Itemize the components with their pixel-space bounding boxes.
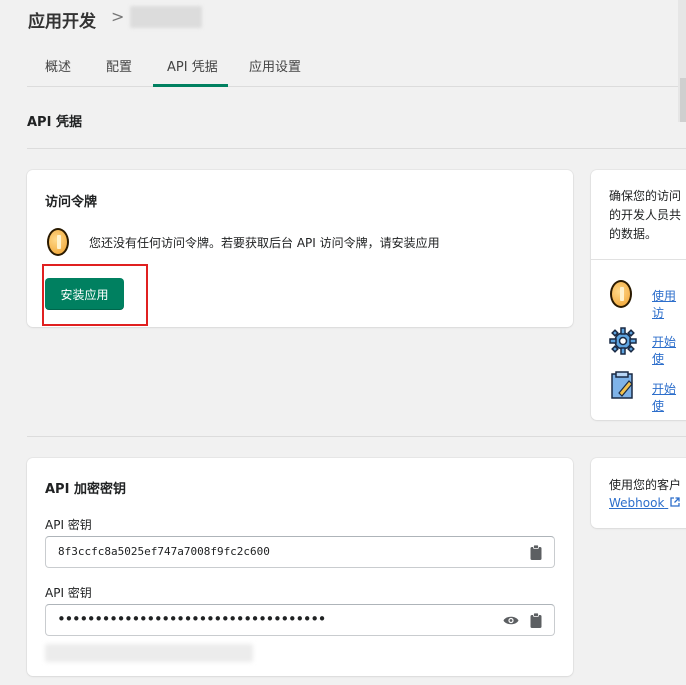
tab-app-settings[interactable]: 应用设置 <box>249 56 301 75</box>
app-name-redacted <box>130 6 202 28</box>
eye-icon[interactable] <box>503 615 519 626</box>
no-token-message: 您还没有任何访问令牌。若要获取后台 API 访问令牌，请安装应用 <box>89 236 440 250</box>
side-info-line-2: 的开发人员共 <box>609 208 682 222</box>
scrollbar-thumb[interactable] <box>680 78 686 122</box>
coin-icon <box>47 228 69 256</box>
side-webhook-text: 使用您的客户 <box>609 478 682 492</box>
side-card-divider <box>591 259 686 260</box>
gear-icon <box>609 327 637 355</box>
side-info-line-3: 的数据。 <box>609 227 658 241</box>
webhook-link-label[interactable]: Webhook <box>609 496 664 510</box>
coin-icon <box>610 280 632 308</box>
external-link-icon <box>670 497 680 507</box>
breadcrumb-chevron-icon: > <box>111 7 125 26</box>
webhook-link[interactable]: Webhook <box>609 496 680 510</box>
copy-clipboard-icon[interactable] <box>530 545 542 560</box>
side-info-line-1: 确保您的访问 <box>609 189 682 203</box>
document-icon <box>611 371 633 399</box>
tab-overview[interactable]: 概述 <box>45 56 71 75</box>
api-secret-masked-value[interactable]: •••••••••••••••••••••••••••••••••••• <box>57 610 327 628</box>
page-title[interactable]: 应用开发 <box>28 7 96 32</box>
access-token-title: 访问令牌 <box>45 195 98 210</box>
section-divider <box>27 436 686 437</box>
section-title: API 凭据 <box>27 115 82 130</box>
api-secret-label: API 密钥 <box>45 586 92 600</box>
redacted-note <box>45 644 253 662</box>
tabs-divider <box>27 86 678 87</box>
side-link-usage[interactable]: 使用访 <box>652 287 686 321</box>
copy-clipboard-icon[interactable] <box>530 613 542 628</box>
api-key-value[interactable]: 8f3ccfc8a5025ef747a7008f9fc2c600 <box>58 545 270 558</box>
api-keys-title: API 加密密钥 <box>45 482 126 497</box>
side-link-getting-started-2[interactable]: 开始使 <box>652 380 686 414</box>
side-link-getting-started-1[interactable]: 开始使 <box>652 333 686 367</box>
highlight-annotation <box>42 264 148 326</box>
tab-configuration[interactable]: 配置 <box>106 56 132 75</box>
section-divider <box>27 148 686 149</box>
tab-active-indicator <box>153 84 228 87</box>
api-key-field[interactable]: 8f3ccfc8a5025ef747a7008f9fc2c600 <box>45 536 555 568</box>
api-key-label: API 密钥 <box>45 518 92 532</box>
tab-api-credentials[interactable]: API 凭据 <box>167 56 218 75</box>
api-secret-field[interactable]: •••••••••••••••••••••••••••••••••••• <box>45 604 555 636</box>
